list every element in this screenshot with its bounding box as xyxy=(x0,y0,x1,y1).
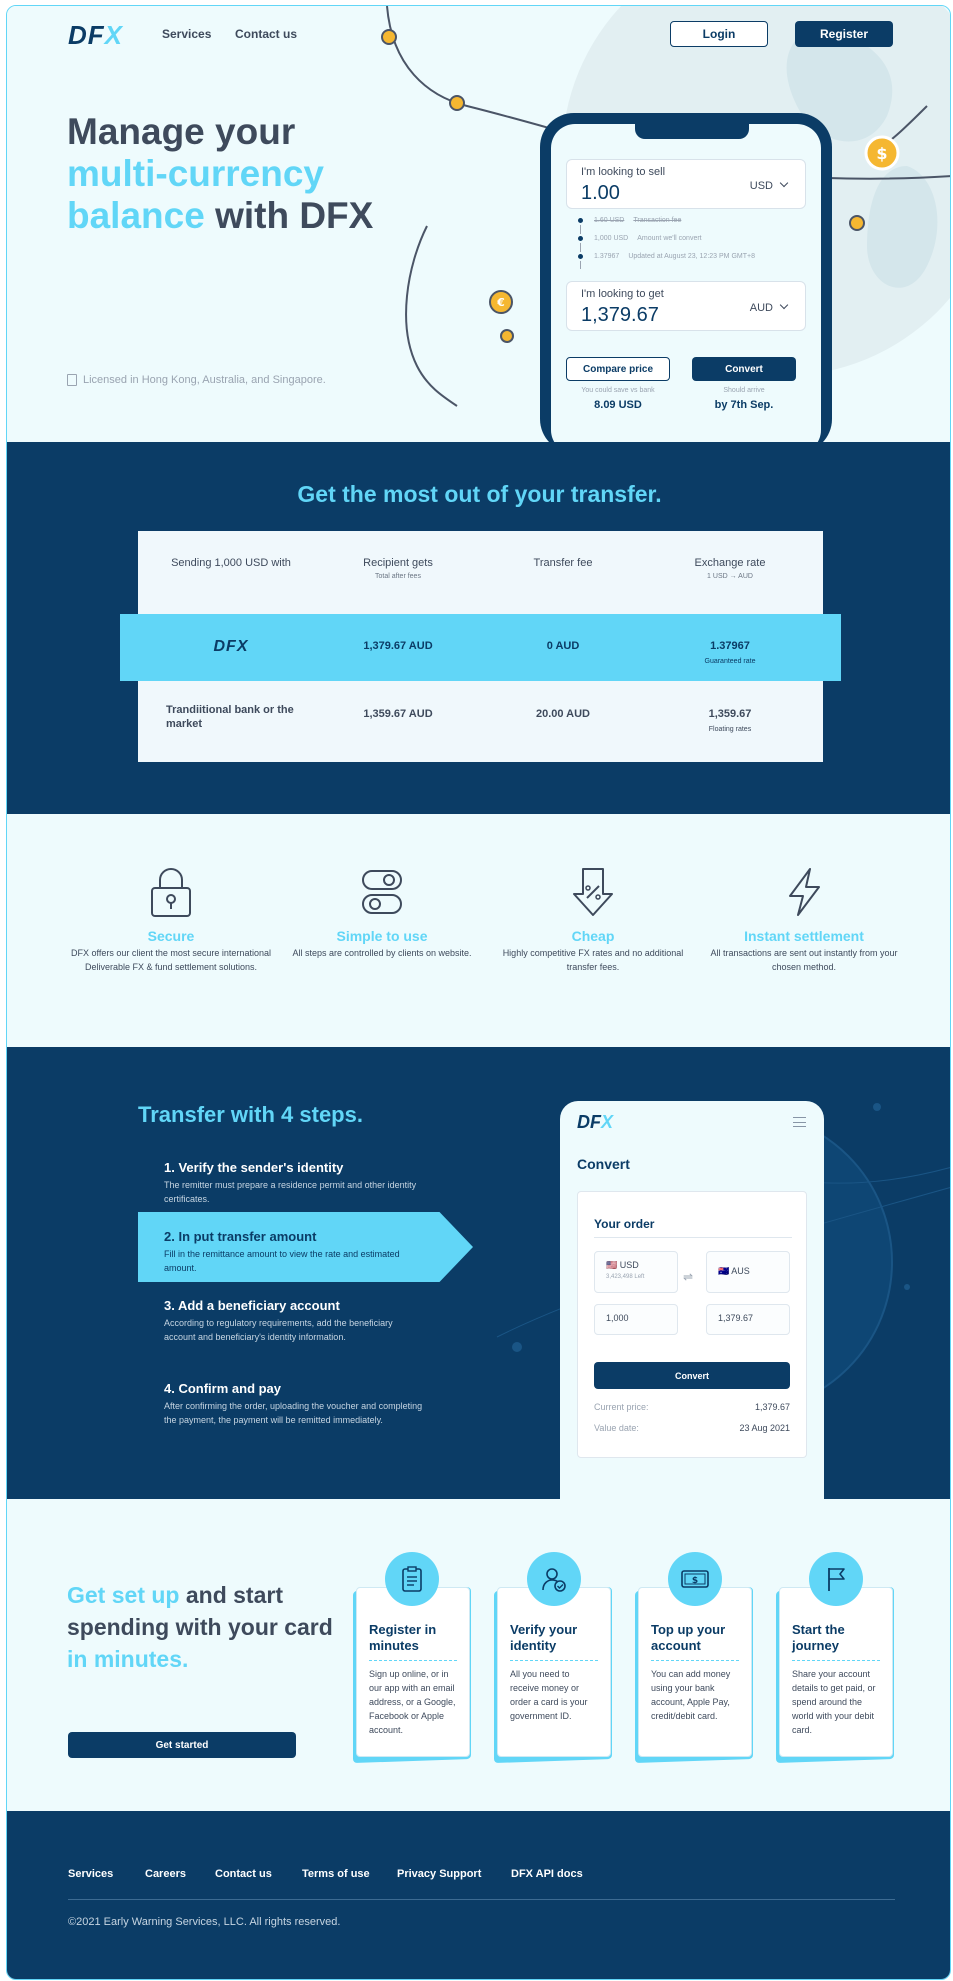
card-journey: Start the journey Share your account deta… xyxy=(779,1587,893,1757)
table-row-dfx: DFX 1,379.67 AUD 0 AUD 1.37967 Guaranteed… xyxy=(120,614,841,681)
compare-price-button[interactable]: Compare price xyxy=(566,357,670,381)
bank-row-label: Trandiitional bank or the market xyxy=(166,704,294,730)
to-currency-select[interactable]: 🇦🇺 AUS xyxy=(706,1251,790,1293)
footer: Services Careers Contact us Terms of use… xyxy=(7,1811,950,1979)
login-button[interactable]: Login xyxy=(670,21,768,47)
register-button[interactable]: Register xyxy=(795,21,893,47)
footer-link-careers[interactable]: Careers xyxy=(145,1868,186,1880)
phone-screen: I'm looking to sell 1.00 USD 1.60 USD Tr… xyxy=(551,123,821,454)
bank-fee: 20.00 AUD xyxy=(535,708,590,720)
footer-link-privacy[interactable]: Privacy Support xyxy=(397,1868,481,1880)
card-register: Register in minutes Sign up online, or in… xyxy=(356,1587,470,1757)
get-started-title: Get set up and start spending with your … xyxy=(67,1582,333,1672)
mobile-mockup: DFX Convert Your order 🇺🇸 USD 3,423,498 L… xyxy=(560,1101,824,1499)
step-3: 3. Add a beneficiary account According to… xyxy=(164,1298,393,1342)
banknote-icon: $ xyxy=(668,1552,722,1606)
footer-link-contact[interactable]: Contact us xyxy=(215,1868,272,1880)
header-recipient: Recipient gets Total after fees xyxy=(363,557,433,580)
divider xyxy=(594,1237,792,1238)
svg-text:€: € xyxy=(496,296,505,309)
order-convert-button[interactable]: Convert xyxy=(594,1362,790,1389)
feature-instant: Instant settlement All transactions are … xyxy=(704,866,904,974)
from-currency-select[interactable]: 🇺🇸 USD 3,423,498 Left xyxy=(594,1251,678,1293)
current-price-row: Current price: 1,379.67 xyxy=(594,1402,790,1412)
document-icon xyxy=(67,374,77,386)
flag-icon xyxy=(809,1552,863,1606)
comparison-title: Get the most out of your transfer. xyxy=(297,481,662,507)
features-section: Secure DFX offers our client the most se… xyxy=(7,814,950,1047)
card-verify: Verify your identity All you need to rece… xyxy=(497,1587,611,1757)
discount-tag-icon xyxy=(573,868,613,916)
phone-notch xyxy=(635,123,749,139)
sell-currency-select[interactable]: USD xyxy=(750,180,787,192)
comparison-section: Get the most out of your transfer. Sendi… xyxy=(7,442,950,814)
dfx-logo: DFX xyxy=(213,638,249,655)
mobile-logo: DFX xyxy=(577,1112,614,1132)
clipboard-icon xyxy=(385,1552,439,1606)
user-check-icon xyxy=(527,1552,581,1606)
feature-cheap: Cheap Highly competitive FX rates and no… xyxy=(493,866,693,974)
nav-link-services[interactable]: Services xyxy=(162,27,211,41)
hero-section: € $ DFX Services Contact us Login Regist… xyxy=(7,6,950,454)
get-started-section: Get set up and start spending with your … xyxy=(7,1499,950,1811)
sell-field[interactable]: I'm looking to sell 1.00 USD xyxy=(566,159,806,209)
nav-link-contact[interactable]: Contact us xyxy=(235,27,297,41)
order-title: Your order xyxy=(594,1217,655,1231)
license-note: Licensed in Hong Kong, Australia, and Si… xyxy=(67,374,326,386)
to-amount-input[interactable]: 1,379.67 xyxy=(706,1304,790,1335)
phone-mockup: I'm looking to sell 1.00 USD 1.60 USD Tr… xyxy=(540,113,832,454)
feature-secure: Secure DFX offers our client the most se… xyxy=(71,866,271,974)
bullet-icon xyxy=(576,216,585,225)
info-connector xyxy=(580,219,581,269)
logo[interactable]: DFX xyxy=(68,20,123,51)
footer-divider xyxy=(68,1899,895,1900)
svg-text:$: $ xyxy=(876,144,887,163)
comparison-table: Sending 1,000 USD with Recipient gets Tot… xyxy=(120,531,841,762)
from-amount-input[interactable]: 1,000 xyxy=(594,1304,678,1335)
mobile-heading: Convert xyxy=(577,1156,630,1172)
bullet-icon xyxy=(576,234,585,243)
get-started-button[interactable]: Get started xyxy=(68,1732,296,1758)
lock-icon xyxy=(151,868,191,917)
savings-value: 8.09 USD xyxy=(594,399,642,411)
step-4: 4. Confirm and pay After confirming the o… xyxy=(164,1381,423,1425)
swap-icon[interactable]: ⇌ xyxy=(683,1270,693,1284)
step-2: 2. In put transfer amount Fill in the rem… xyxy=(164,1229,400,1273)
steps-title: Transfer with 4 steps. xyxy=(138,1102,363,1127)
convert-button[interactable]: Convert xyxy=(692,357,796,381)
bank-rate: 1,359.67 Floating rates xyxy=(708,708,752,733)
card-topup: Top up your account You can add money usi… xyxy=(638,1587,752,1757)
order-card: Your order 🇺🇸 USD 3,423,498 Left ⇌ 🇦🇺 AUS… xyxy=(577,1191,807,1458)
sell-amount[interactable]: 1.00 xyxy=(581,182,620,205)
svg-text:$: $ xyxy=(692,1576,698,1586)
steps-section: Transfer with 4 steps. 1. Verify the sen… xyxy=(7,1047,950,1499)
convert-amount-row: 1,000 USD Amount we'll convert xyxy=(576,234,702,243)
feature-simple: Simple to use All steps are controlled b… xyxy=(282,866,482,960)
rate-row: 1.37967 Updated at August 23, 12:23 PM G… xyxy=(576,252,755,261)
fee-row: 1.60 USD Transaction fee xyxy=(576,216,681,225)
menu-icon[interactable] xyxy=(793,1117,806,1127)
toggle-icon xyxy=(362,870,402,914)
header-fee: Transfer fee xyxy=(533,557,593,569)
header-rate: Exchange rate 1 USD → AUD xyxy=(694,557,766,580)
bullet-icon xyxy=(576,252,585,261)
get-field[interactable]: I'm looking to get 1,379.67 AUD xyxy=(566,281,806,331)
header-sending: Sending 1,000 USD with xyxy=(171,557,291,569)
get-amount[interactable]: 1,379.67 xyxy=(581,304,659,327)
footer-link-terms[interactable]: Terms of use xyxy=(302,1868,370,1880)
arrival-value: by 7th Sep. xyxy=(714,399,774,411)
bank-recipient: 1,359.67 AUD xyxy=(363,708,433,720)
value-date-row: Value date: 23 Aug 2021 xyxy=(594,1423,790,1433)
get-currency-select[interactable]: AUD xyxy=(750,302,787,314)
step-1: 1. Verify the sender's identity The remit… xyxy=(164,1160,417,1204)
lightning-icon xyxy=(789,868,820,916)
page-frame: € $ DFX Services Contact us Login Regist… xyxy=(6,5,951,1980)
footer-link-services[interactable]: Services xyxy=(68,1868,113,1880)
footer-link-api[interactable]: DFX API docs xyxy=(511,1868,583,1880)
copyright: ©2021 Early Warning Services, LLC. All r… xyxy=(68,1916,341,1928)
hero-title: Manage your multi-currency balance with … xyxy=(67,111,374,236)
